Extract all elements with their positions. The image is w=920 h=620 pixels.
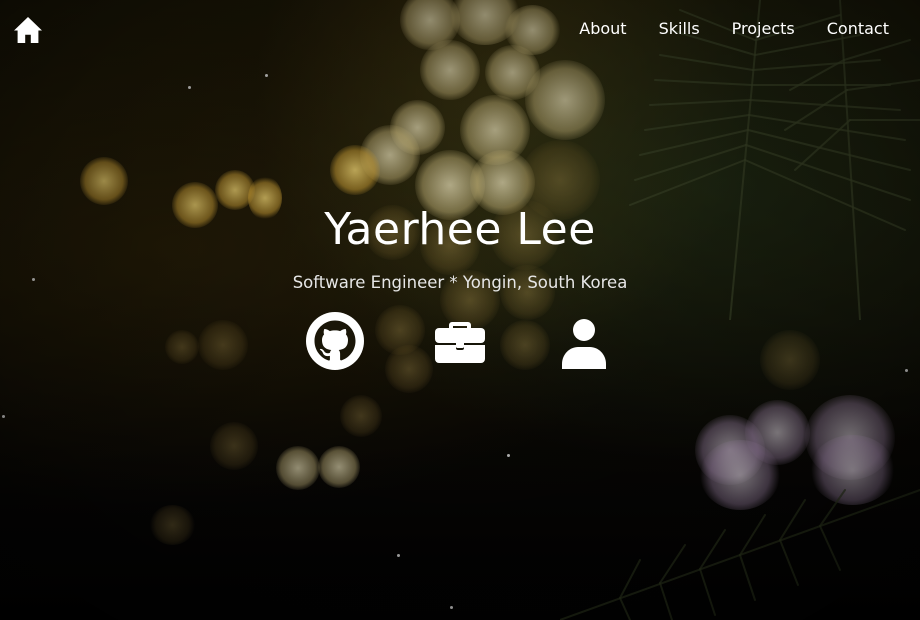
- social-links: [0, 311, 920, 371]
- profile-link[interactable]: [554, 311, 614, 371]
- portfolio-link[interactable]: [430, 311, 490, 371]
- briefcase-icon: [435, 322, 485, 363]
- nav-contact-link[interactable]: Contact: [827, 18, 889, 40]
- hero-section: About Skills Projects Contact Yaerhee Le…: [0, 0, 920, 620]
- user-icon: [562, 319, 606, 369]
- nav-projects-link[interactable]: Projects: [732, 18, 795, 40]
- nav-skills-link[interactable]: Skills: [659, 18, 700, 40]
- github-link[interactable]: [305, 311, 365, 371]
- home-icon: [14, 17, 42, 43]
- nav-about-link[interactable]: About: [579, 18, 626, 40]
- hero-subtitle: Software Engineer * Yongin, South Korea: [292, 273, 628, 292]
- dark-overlay: [0, 0, 920, 620]
- home-link[interactable]: [13, 15, 43, 45]
- top-nav: About Skills Projects Contact: [579, 18, 889, 40]
- hero-name: Yaerhee Lee: [324, 204, 596, 255]
- github-icon: [306, 312, 364, 370]
